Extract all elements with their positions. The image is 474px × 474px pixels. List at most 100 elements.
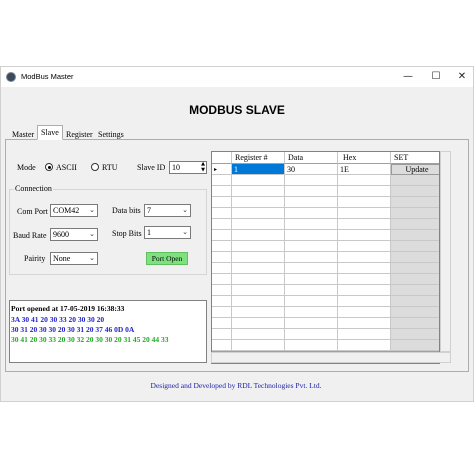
grid-set-cell[interactable] — [391, 318, 439, 329]
minimize-button[interactable]: — — [395, 67, 421, 87]
horizontal-scrollbar[interactable] — [211, 352, 451, 363]
grid-cell-register[interactable] — [232, 241, 285, 252]
grid-cell-register[interactable] — [232, 307, 285, 318]
grid-set-cell[interactable] — [391, 252, 439, 263]
grid-cell-data[interactable] — [285, 307, 338, 318]
grid-cell-register[interactable] — [232, 329, 285, 340]
grid-cell-hex[interactable] — [338, 252, 391, 263]
grid-set-cell[interactable] — [391, 230, 439, 241]
grid-cell-hex[interactable] — [338, 241, 391, 252]
grid-cell-register[interactable] — [232, 263, 285, 274]
grid-set-cell[interactable] — [391, 285, 439, 296]
tab-slave[interactable]: Slave — [37, 125, 63, 140]
grid-cell-hex[interactable] — [338, 274, 391, 285]
grid-cell-register[interactable]: 1 — [232, 164, 285, 175]
grid-set-cell[interactable] — [391, 186, 439, 197]
log-output[interactable]: Port opened at 17-05-2019 16:38:33 3A 30… — [9, 300, 207, 363]
grid-cell-hex[interactable]: 1E — [338, 164, 391, 175]
grid-cell-data[interactable] — [285, 263, 338, 274]
row-header[interactable] — [212, 241, 232, 252]
grid-set-cell[interactable] — [391, 208, 439, 219]
grid-cell-data[interactable] — [285, 274, 338, 285]
row-header[interactable] — [212, 230, 232, 241]
grid-cell-hex[interactable] — [338, 208, 391, 219]
stop-bits-select[interactable]: 1 ⌄ — [144, 226, 191, 239]
grid-set-cell[interactable] — [391, 241, 439, 252]
grid-cell-hex[interactable] — [338, 340, 391, 351]
grid-set-cell[interactable]: Update — [391, 164, 439, 175]
vertical-scrollbar[interactable] — [440, 151, 451, 352]
grid-cell-data[interactable] — [285, 175, 338, 186]
grid-cell-data[interactable] — [285, 318, 338, 329]
grid-cell-register[interactable] — [232, 285, 285, 296]
row-header[interactable] — [212, 252, 232, 263]
grid-cell-register[interactable] — [232, 230, 285, 241]
grid-cell-register[interactable] — [232, 197, 285, 208]
row-header[interactable] — [212, 340, 232, 351]
grid-cell-register[interactable] — [232, 318, 285, 329]
column-header-data[interactable]: Data — [285, 152, 338, 164]
grid-cell-data[interactable] — [285, 296, 338, 307]
row-header[interactable] — [212, 274, 232, 285]
data-bits-select[interactable]: 7 ⌄ — [144, 204, 191, 217]
grid-cell-register[interactable] — [232, 175, 285, 186]
grid-cell-register[interactable] — [232, 274, 285, 285]
grid-cell-data[interactable] — [285, 252, 338, 263]
grid-set-cell[interactable] — [391, 197, 439, 208]
grid-cell-data[interactable] — [285, 340, 338, 351]
pairity-select[interactable]: None ⌄ — [50, 252, 98, 265]
grid-set-cell[interactable] — [391, 175, 439, 186]
grid-cell-register[interactable] — [232, 219, 285, 230]
grid-cell-data[interactable] — [285, 241, 338, 252]
grid-cell-register[interactable] — [232, 296, 285, 307]
baud-rate-select[interactable]: 9600 ⌄ — [50, 228, 98, 241]
row-header[interactable] — [212, 307, 232, 318]
row-header[interactable] — [212, 263, 232, 274]
grid-cell-hex[interactable] — [338, 329, 391, 340]
grid-cell-data[interactable] — [285, 329, 338, 340]
row-header[interactable] — [212, 197, 232, 208]
grid-cell-hex[interactable] — [338, 307, 391, 318]
grid-cell-hex[interactable] — [338, 219, 391, 230]
grid-cell-register[interactable] — [232, 208, 285, 219]
row-header[interactable] — [212, 208, 232, 219]
column-header-register[interactable]: Register # — [232, 152, 285, 164]
maximize-button[interactable]: ☐ — [423, 67, 449, 87]
row-header[interactable] — [212, 219, 232, 230]
row-header[interactable] — [212, 318, 232, 329]
grid-set-cell[interactable] — [391, 329, 439, 340]
row-header[interactable] — [212, 296, 232, 307]
grid-set-cell[interactable] — [391, 340, 439, 351]
grid-cell-register[interactable] — [232, 252, 285, 263]
grid-cell-data[interactable] — [285, 186, 338, 197]
grid-cell-hex[interactable] — [338, 318, 391, 329]
grid-cell-hex[interactable] — [338, 186, 391, 197]
grid-cell-hex[interactable] — [338, 230, 391, 241]
grid-cell-hex[interactable] — [338, 263, 391, 274]
grid-cell-data[interactable] — [285, 219, 338, 230]
column-header-hex[interactable]: Hex — [338, 152, 391, 164]
grid-cell-register[interactable] — [232, 186, 285, 197]
register-grid[interactable]: Register # Data Hex SET ▸ 1 30 1E Update — [211, 151, 440, 364]
com-port-select[interactable]: COM42 ⌄ — [50, 204, 98, 217]
slave-id-stepper[interactable]: 10 ▲ ▼ — [169, 161, 207, 174]
update-button[interactable]: Update — [391, 164, 439, 175]
row-header[interactable] — [212, 285, 232, 296]
grid-set-cell[interactable] — [391, 296, 439, 307]
row-header[interactable] — [212, 329, 232, 340]
grid-cell-data[interactable] — [285, 197, 338, 208]
row-header[interactable] — [212, 175, 232, 186]
grid-set-cell[interactable] — [391, 219, 439, 230]
grid-cell-data[interactable] — [285, 230, 338, 241]
grid-cell-register[interactable] — [232, 340, 285, 351]
row-header[interactable] — [212, 186, 232, 197]
grid-cell-data[interactable] — [285, 285, 338, 296]
row-header[interactable]: ▸ — [212, 164, 232, 175]
grid-set-cell[interactable] — [391, 263, 439, 274]
mode-ascii-radio[interactable] — [45, 163, 53, 171]
grid-cell-data[interactable]: 30 — [285, 164, 338, 175]
grid-cell-hex[interactable] — [338, 175, 391, 186]
grid-cell-data[interactable] — [285, 208, 338, 219]
column-header-set[interactable]: SET — [391, 152, 439, 164]
close-button[interactable]: ✕ — [449, 67, 474, 87]
